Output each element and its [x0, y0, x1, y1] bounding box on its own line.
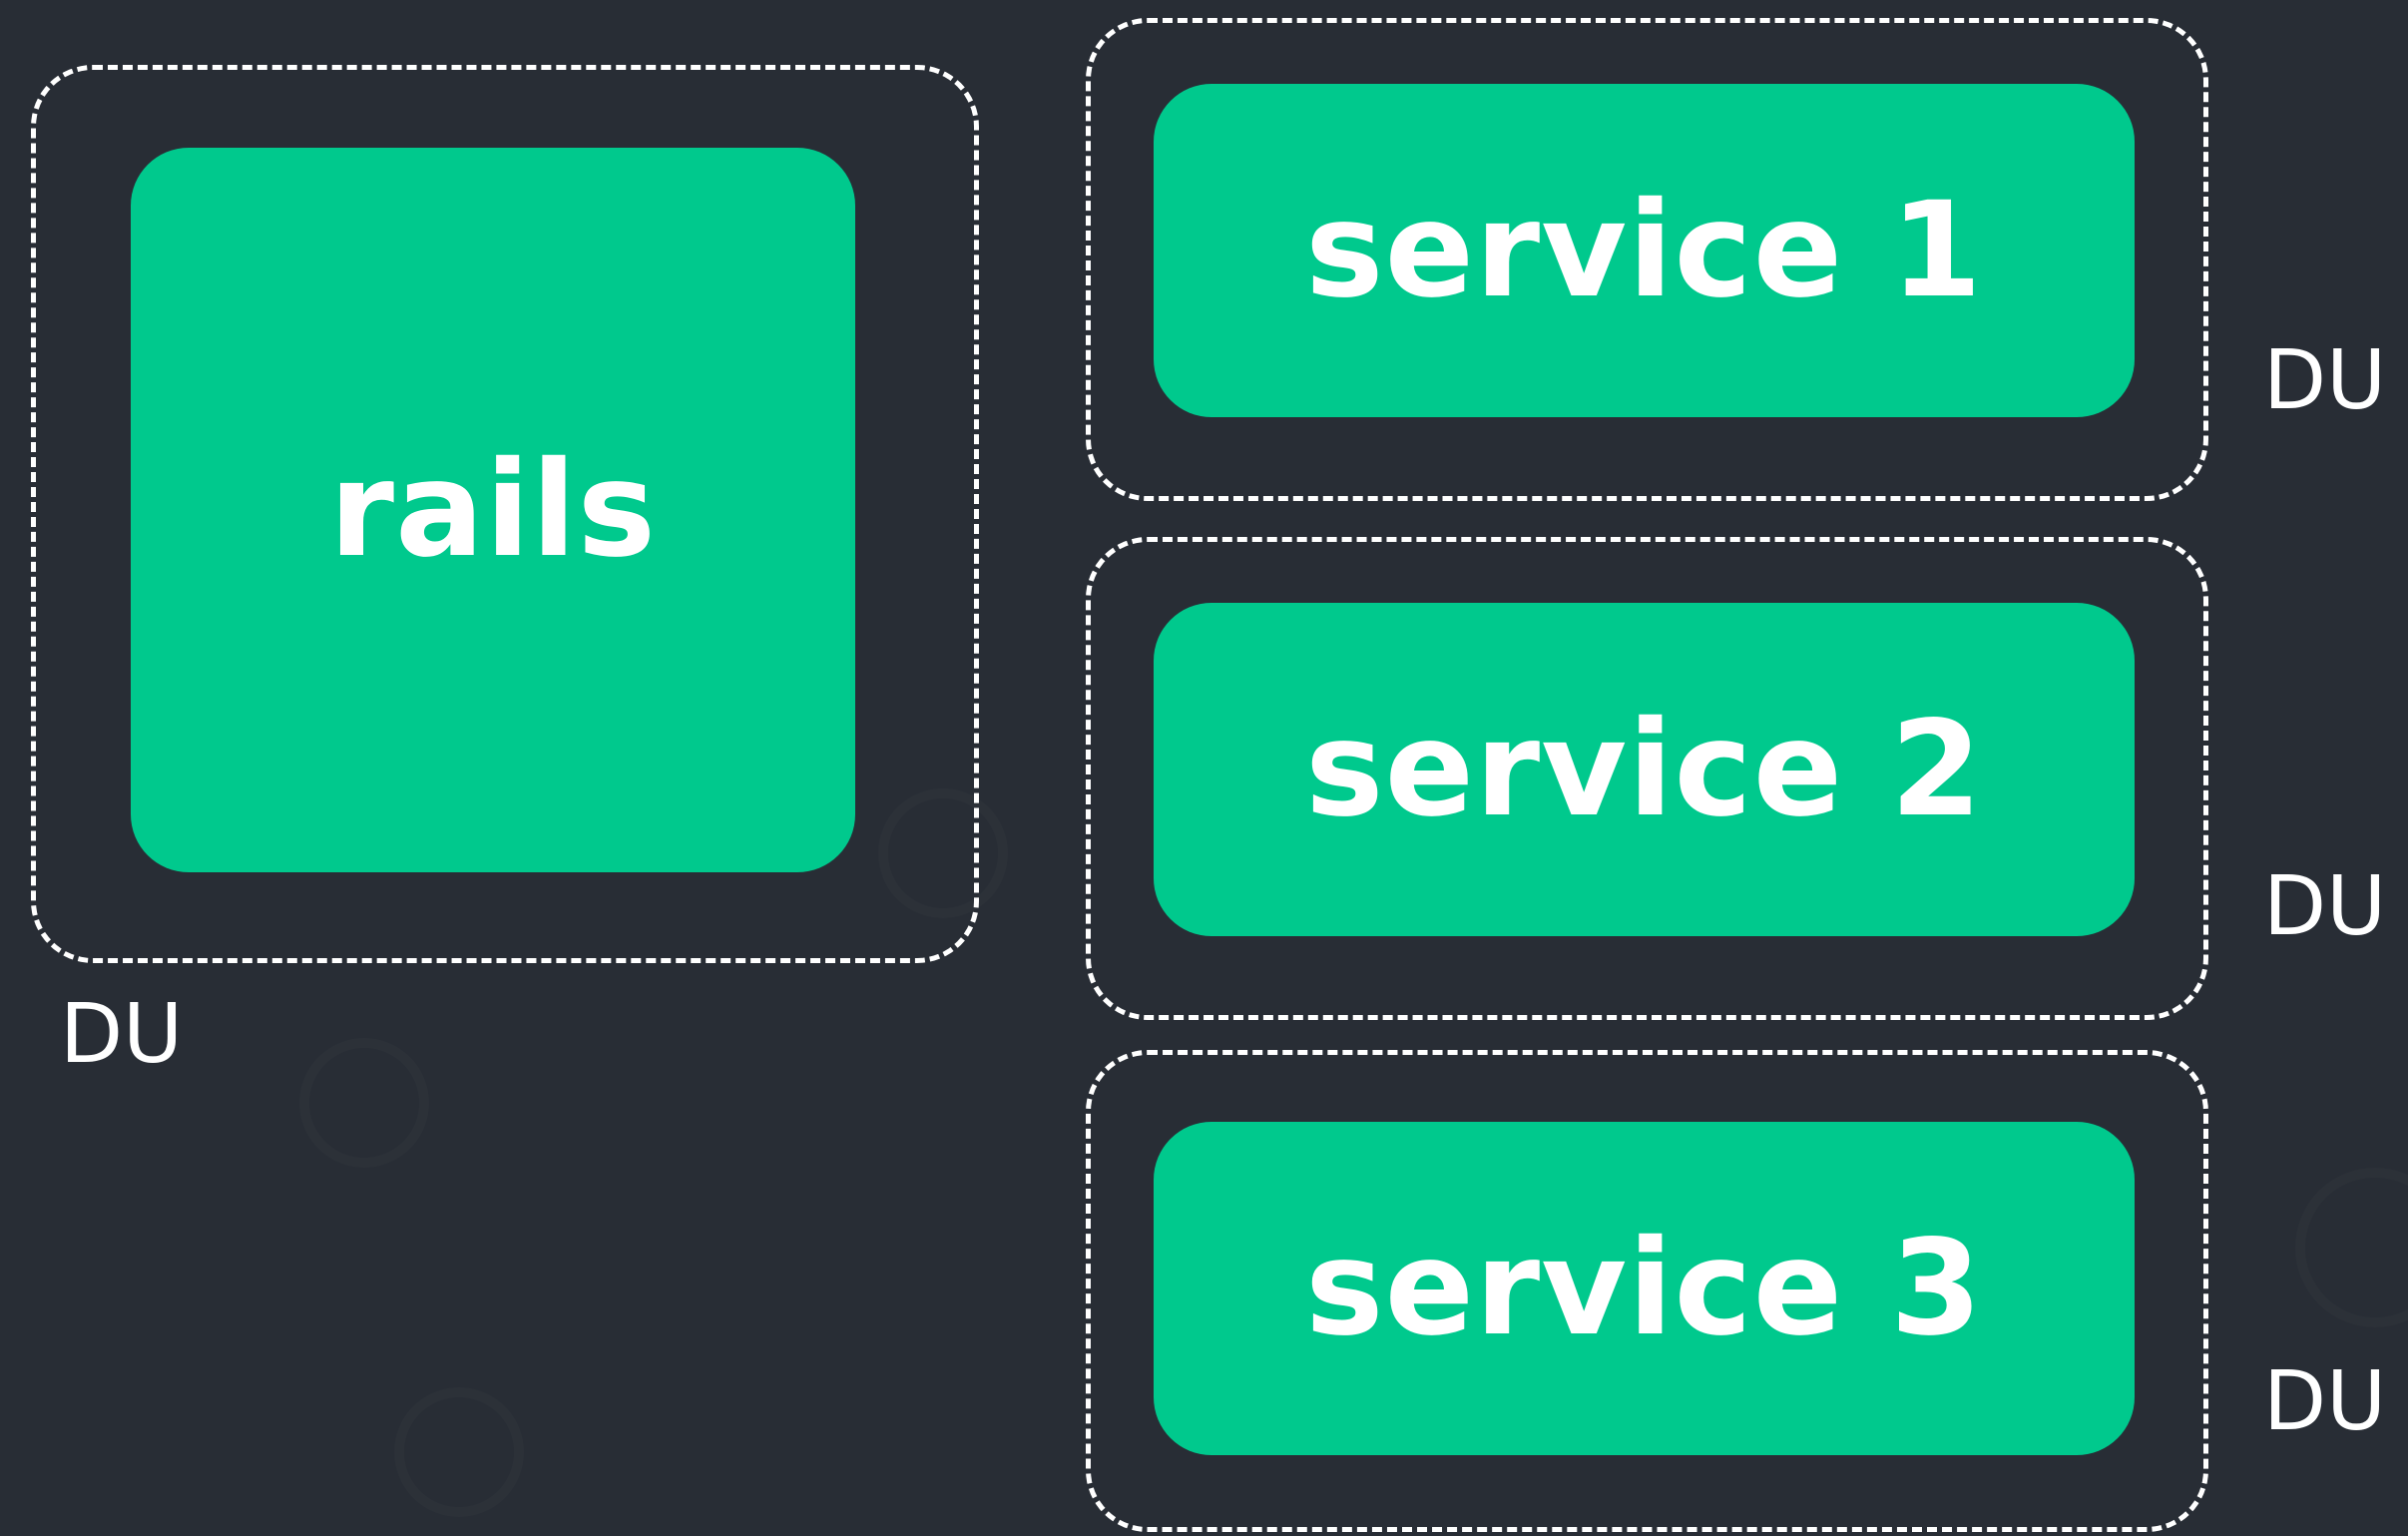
background-ring	[394, 1387, 524, 1517]
service-3-box: service 3	[1154, 1122, 2135, 1455]
service-1-label: service 1	[1304, 174, 1984, 327]
rails-box: rails	[131, 148, 855, 872]
du-label-service-3: DU	[2263, 1354, 2387, 1449]
service-3-label: service 3	[1304, 1212, 1984, 1365]
du-label-rails: DU	[60, 987, 184, 1082]
service-2-box: service 2	[1154, 603, 2135, 936]
background-ring	[2295, 1168, 2408, 1327]
background-ring	[299, 1038, 429, 1168]
diagram-canvas: rails DU service 1 DU service 2 DU servi…	[0, 0, 2408, 1536]
service-1-box: service 1	[1154, 84, 2135, 417]
service-2-label: service 2	[1304, 693, 1984, 846]
du-label-service-2: DU	[2263, 859, 2387, 954]
du-label-service-1: DU	[2263, 333, 2387, 428]
rails-label: rails	[328, 433, 658, 587]
